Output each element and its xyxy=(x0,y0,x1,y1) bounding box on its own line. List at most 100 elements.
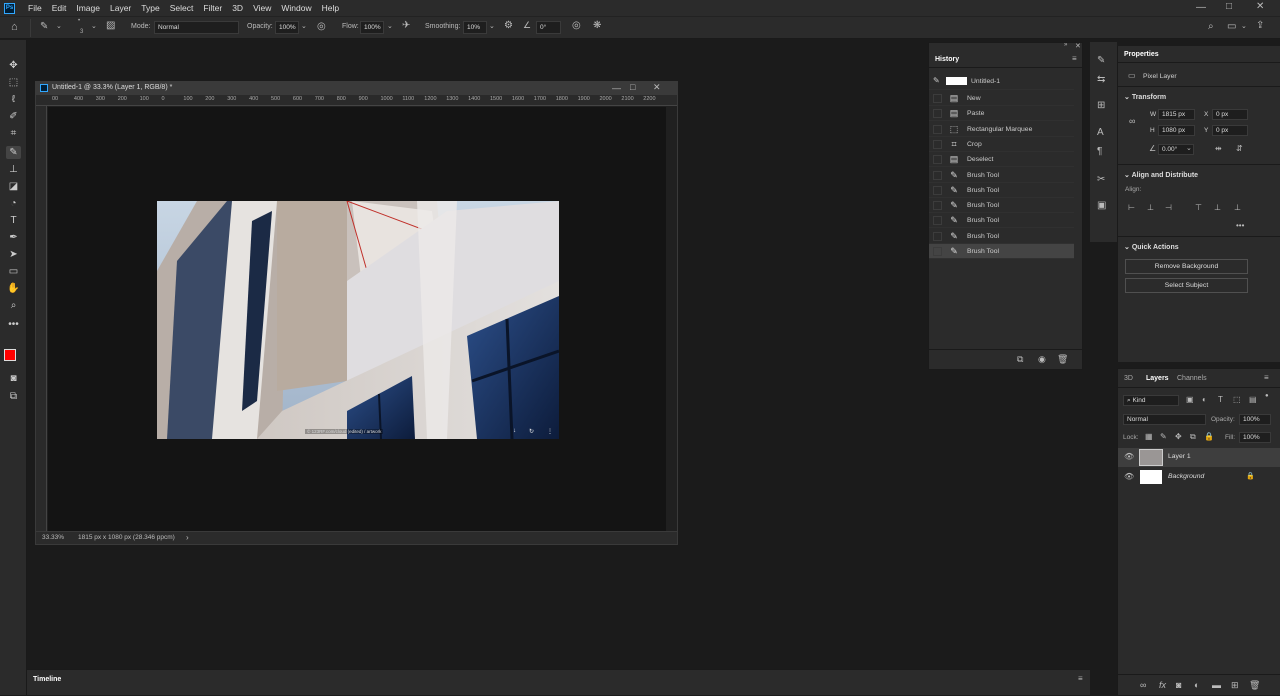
share-icon[interactable]: ⇪ xyxy=(1256,20,1264,31)
history-snapshot[interactable]: ✎ Untitled-1 xyxy=(929,73,1074,90)
adjustment-layer-icon[interactable]: ◐ xyxy=(1194,680,1199,690)
eye-icon[interactable]: 👁 xyxy=(1124,472,1134,481)
layer-row[interactable]: 👁 Background 🔒 xyxy=(1118,468,1280,487)
tab-layers[interactable]: Layers xyxy=(1146,375,1169,382)
history-source-checkbox[interactable] xyxy=(933,185,942,195)
link-layers-icon[interactable]: ∞ xyxy=(1140,680,1146,690)
align-left-icon[interactable]: ⊢ xyxy=(1128,203,1135,212)
move-tool-icon[interactable]: ✥ xyxy=(6,59,21,72)
history-source-checkbox[interactable] xyxy=(933,247,942,256)
trash-icon[interactable]: 🗑 xyxy=(1249,680,1260,691)
history-source-checkbox[interactable] xyxy=(933,139,942,149)
tab-channels[interactable]: Channels xyxy=(1177,375,1207,382)
menu-view[interactable]: View xyxy=(248,3,276,13)
filter-smart-object-icon[interactable]: ▤ xyxy=(1249,395,1257,404)
eye-icon[interactable]: 👁 xyxy=(1124,452,1134,461)
chevron-down-icon[interactable]: ⌄ xyxy=(489,22,495,30)
history-state[interactable]: ▤ Deselect xyxy=(929,152,1074,168)
chevron-down-icon[interactable]: ⌄ xyxy=(56,22,62,30)
type-tool-icon[interactable]: T xyxy=(6,214,21,227)
menu-filter[interactable]: Filter xyxy=(198,3,227,13)
quick-actions-title[interactable]: ⌄ Quick Actions xyxy=(1124,243,1179,251)
airbrush-icon[interactable]: ✈ xyxy=(402,20,410,31)
mode-select[interactable]: Normal xyxy=(154,21,239,34)
doc-minimize-icon[interactable]: — xyxy=(612,83,621,93)
history-state[interactable]: ✎ Brush Tool xyxy=(929,168,1074,183)
history-source-checkbox[interactable] xyxy=(933,231,942,241)
search-icon[interactable]: ⌕ xyxy=(1208,21,1214,32)
new-layer-icon[interactable]: ⊞ xyxy=(1231,680,1239,691)
history-state[interactable]: ✎ Brush Tool xyxy=(929,244,1074,259)
screen-mode-icon[interactable]: ⧉ xyxy=(6,390,21,403)
foreground-color-swatch[interactable] xyxy=(4,349,16,361)
marquee-tool-icon[interactable]: ⬚ xyxy=(6,76,21,89)
chevron-down-icon[interactable]: ⌄ xyxy=(1186,144,1192,152)
fx-icon[interactable]: fx xyxy=(1159,680,1166,690)
new-document-from-state-icon[interactable]: ⧉ xyxy=(1017,354,1023,365)
path-select-tool-icon[interactable]: ➤ xyxy=(6,248,21,261)
character-panel-icon[interactable]: A xyxy=(1097,127,1104,138)
properties-tab[interactable]: Properties xyxy=(1124,51,1159,58)
workspace-icon[interactable]: ▭ xyxy=(1227,21,1236,32)
menu-select[interactable]: Select xyxy=(165,3,199,13)
smoothing-field[interactable]: 10% xyxy=(463,21,487,34)
new-group-icon[interactable]: ▬ xyxy=(1212,680,1221,690)
trash-icon[interactable]: 🗑 xyxy=(1057,354,1068,365)
lock-position-icon[interactable]: ✥ xyxy=(1175,432,1182,441)
panel-menu-icon[interactable]: ≡ xyxy=(1072,54,1077,63)
link-icon[interactable]: ∞ xyxy=(1129,116,1135,126)
doc-close-icon[interactable]: ✕ xyxy=(653,82,661,93)
history-state[interactable]: ✎ Brush Tool xyxy=(929,213,1074,229)
transform-title[interactable]: ⌄ Transform xyxy=(1124,93,1166,101)
home-icon[interactable]: ⌂ xyxy=(11,21,18,33)
chevron-down-icon[interactable]: ⌄ xyxy=(91,22,97,30)
brush-preset-icon[interactable]: ✎ xyxy=(40,21,48,32)
document-tab[interactable]: Untitled-1 @ 33.3% (Layer 1, RGB/8) * — … xyxy=(36,82,677,95)
collapse-icon[interactable]: » xyxy=(1064,42,1067,48)
history-state[interactable]: ✎ Brush Tool xyxy=(929,229,1074,244)
filter-adjustment-icon[interactable]: ◐ xyxy=(1202,395,1207,404)
align-title[interactable]: ⌄ Align and Distribute xyxy=(1124,171,1198,179)
width-field[interactable]: 1815 px xyxy=(1158,109,1195,120)
pressure-opacity-icon[interactable]: ◎ xyxy=(317,21,326,32)
y-field[interactable]: 0 px xyxy=(1212,125,1248,136)
menu-help[interactable]: Help xyxy=(317,3,344,13)
flow-field[interactable]: 100% xyxy=(360,21,384,34)
history-state[interactable]: ✎ Brush Tool xyxy=(929,198,1074,214)
menu-edit[interactable]: Edit xyxy=(47,3,72,13)
menu-3d[interactable]: 3D xyxy=(227,3,248,13)
chevron-down-icon[interactable]: ⌄ xyxy=(1241,22,1247,30)
maximize-icon[interactable]: □ xyxy=(1226,1,1232,12)
tools-panel-icon[interactable]: ✂ xyxy=(1097,174,1105,185)
filter-type-icon[interactable]: T xyxy=(1218,395,1223,404)
align-bottom-icon[interactable]: ⊥ xyxy=(1234,203,1241,212)
select-subject-button[interactable]: Select Subject xyxy=(1125,278,1248,293)
eraser-tool-icon[interactable]: ◪ xyxy=(6,180,21,193)
menu-layer[interactable]: Layer xyxy=(105,3,136,13)
layer-filter-select[interactable]: ⌕ Kind xyxy=(1123,395,1179,406)
canvas-area[interactable]: © 123RF.com/cloud (edited) / artwork ↓ ↻… xyxy=(48,107,666,531)
canvas-image[interactable]: © 123RF.com/cloud (edited) / artwork ↓ ↻… xyxy=(157,201,559,439)
blend-mode-select[interactable]: Normal xyxy=(1123,414,1206,425)
menu-window[interactable]: Window xyxy=(276,3,316,13)
quick-select-tool-icon[interactable]: ✐ xyxy=(6,110,21,123)
doc-maximize-icon[interactable]: □ xyxy=(630,82,635,92)
symmetry-icon[interactable]: ❋ xyxy=(593,20,601,31)
chevron-down-icon[interactable]: ⌄ xyxy=(301,22,307,30)
panel-menu-icon[interactable]: ≡ xyxy=(1264,373,1269,382)
lock-transparent-icon[interactable]: ▦ xyxy=(1145,432,1153,441)
close-icon[interactable]: ✕ xyxy=(1256,1,1264,12)
panel-menu-icon[interactable]: ≡ xyxy=(1078,674,1083,683)
dodge-tool-icon[interactable]: ◔ xyxy=(6,197,21,210)
gear-icon[interactable]: ⚙ xyxy=(504,20,513,31)
lock-all-icon[interactable]: 🔒 xyxy=(1204,432,1214,441)
pressure-size-icon[interactable]: ◎ xyxy=(572,20,581,31)
camera-icon[interactable]: ◉ xyxy=(1038,354,1046,365)
history-source-checkbox[interactable] xyxy=(933,155,942,165)
history-source-checkbox[interactable] xyxy=(933,216,942,226)
flip-horizontal-icon[interactable]: ⇹ xyxy=(1215,144,1222,153)
fill-field[interactable]: 100% xyxy=(1239,432,1271,443)
remove-background-button[interactable]: Remove Background xyxy=(1125,259,1248,274)
history-state[interactable]: ▤ Paste xyxy=(929,106,1074,122)
lasso-tool-icon[interactable]: ℓ xyxy=(6,93,21,106)
